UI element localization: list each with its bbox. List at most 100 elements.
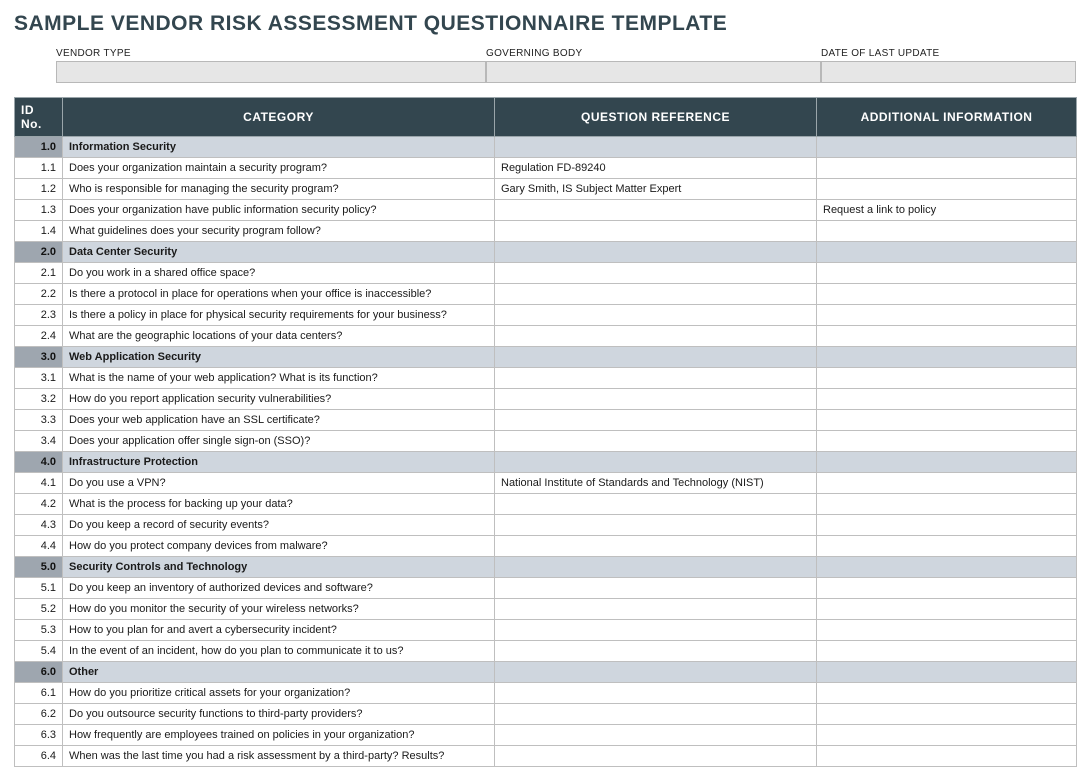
table-row: 1.4What guidelines does your security pr… — [15, 221, 1077, 242]
cell-reference — [495, 263, 817, 284]
table-row: 1.3Does your organization have public in… — [15, 200, 1077, 221]
cell-info — [817, 347, 1077, 368]
cell-reference — [495, 452, 817, 473]
cell-info: Request a link to policy — [817, 200, 1077, 221]
cell-info — [817, 452, 1077, 473]
table-row: 6.4When was the last time you had a risk… — [15, 746, 1077, 767]
cell-id: 2.4 — [15, 326, 63, 347]
col-header-id: ID No. — [15, 98, 63, 137]
cell-info — [817, 137, 1077, 158]
cell-category: Other — [63, 662, 495, 683]
page-title: SAMPLE VENDOR RISK ASSESSMENT QUESTIONNA… — [14, 12, 1077, 36]
cell-category: Infrastructure Protection — [63, 452, 495, 473]
cell-id: 5.2 — [15, 599, 63, 620]
table-row: 4.1Do you use a VPN?National Institute o… — [15, 473, 1077, 494]
vendor-type-input[interactable] — [56, 61, 486, 83]
cell-reference — [495, 431, 817, 452]
table-row: 3.1What is the name of your web applicat… — [15, 368, 1077, 389]
governing-body-input[interactable] — [486, 61, 821, 83]
cell-info — [817, 179, 1077, 200]
cell-reference — [495, 641, 817, 662]
cell-reference — [495, 536, 817, 557]
section-row: 4.0Infrastructure Protection — [15, 452, 1077, 473]
cell-info — [817, 725, 1077, 746]
cell-id: 5.1 — [15, 578, 63, 599]
cell-reference — [495, 284, 817, 305]
cell-category: Data Center Security — [63, 242, 495, 263]
cell-category: How do you protect company devices from … — [63, 536, 495, 557]
table-row: 5.3How to you plan for and avert a cyber… — [15, 620, 1077, 641]
cell-id: 4.2 — [15, 494, 63, 515]
table-row: 3.4Does your application offer single si… — [15, 431, 1077, 452]
cell-reference — [495, 305, 817, 326]
section-row: 5.0Security Controls and Technology — [15, 557, 1077, 578]
cell-info — [817, 662, 1077, 683]
table-row: 4.2What is the process for backing up yo… — [15, 494, 1077, 515]
vendor-type-label: VENDOR TYPE — [56, 48, 486, 59]
cell-id: 3.4 — [15, 431, 63, 452]
table-row: 2.1Do you work in a shared office space? — [15, 263, 1077, 284]
cell-reference — [495, 200, 817, 221]
table-row: 1.1Does your organization maintain a sec… — [15, 158, 1077, 179]
cell-category: What is the name of your web application… — [63, 368, 495, 389]
cell-category: Do you outsource security functions to t… — [63, 704, 495, 725]
cell-info — [817, 431, 1077, 452]
cell-info — [817, 494, 1077, 515]
cell-info — [817, 263, 1077, 284]
cell-category: How do you report application security v… — [63, 389, 495, 410]
cell-id: 3.2 — [15, 389, 63, 410]
cell-id: 2.1 — [15, 263, 63, 284]
cell-category: Do you use a VPN? — [63, 473, 495, 494]
cell-info — [817, 578, 1077, 599]
cell-category: Is there a policy in place for physical … — [63, 305, 495, 326]
table-row: 6.2Do you outsource security functions t… — [15, 704, 1077, 725]
meta-fields: VENDOR TYPE GOVERNING BODY DATE OF LAST … — [56, 48, 1077, 83]
cell-category: Does your application offer single sign-… — [63, 431, 495, 452]
governing-body-field: GOVERNING BODY — [486, 48, 821, 83]
table-header-row: ID No. CATEGORY QUESTION REFERENCE ADDIT… — [15, 98, 1077, 137]
cell-reference — [495, 746, 817, 767]
date-last-update-input[interactable] — [821, 61, 1076, 83]
cell-id: 2.2 — [15, 284, 63, 305]
cell-reference — [495, 557, 817, 578]
cell-info — [817, 158, 1077, 179]
cell-info — [817, 389, 1077, 410]
cell-info — [817, 704, 1077, 725]
cell-info — [817, 305, 1077, 326]
cell-category: What is the process for backing up your … — [63, 494, 495, 515]
cell-id: 6.0 — [15, 662, 63, 683]
table-row: 6.1How do you prioritize critical assets… — [15, 683, 1077, 704]
questionnaire-table: ID No. CATEGORY QUESTION REFERENCE ADDIT… — [14, 97, 1077, 767]
cell-category: In the event of an incident, how do you … — [63, 641, 495, 662]
table-row: 4.3Do you keep a record of security even… — [15, 515, 1077, 536]
section-row: 6.0Other — [15, 662, 1077, 683]
cell-info — [817, 599, 1077, 620]
table-row: 3.3Does your web application have an SSL… — [15, 410, 1077, 431]
table-row: 6.3How frequently are employees trained … — [15, 725, 1077, 746]
cell-category: Does your organization maintain a securi… — [63, 158, 495, 179]
cell-category: How do you prioritize critical assets fo… — [63, 683, 495, 704]
cell-reference — [495, 347, 817, 368]
table-row: 1.2Who is responsible for managing the s… — [15, 179, 1077, 200]
table-row: 4.4How do you protect company devices fr… — [15, 536, 1077, 557]
cell-reference — [495, 137, 817, 158]
cell-category: Do you keep an inventory of authorized d… — [63, 578, 495, 599]
cell-info — [817, 557, 1077, 578]
cell-id: 4.3 — [15, 515, 63, 536]
table-row: 2.2Is there a protocol in place for oper… — [15, 284, 1077, 305]
cell-category: How frequently are employees trained on … — [63, 725, 495, 746]
table-row: 5.4In the event of an incident, how do y… — [15, 641, 1077, 662]
col-header-info: ADDITIONAL INFORMATION — [817, 98, 1077, 137]
cell-reference: National Institute of Standards and Tech… — [495, 473, 817, 494]
cell-category: Web Application Security — [63, 347, 495, 368]
cell-id: 4.1 — [15, 473, 63, 494]
cell-info — [817, 641, 1077, 662]
cell-reference — [495, 725, 817, 746]
cell-category: Security Controls and Technology — [63, 557, 495, 578]
cell-info — [817, 242, 1077, 263]
cell-category: Does your web application have an SSL ce… — [63, 410, 495, 431]
cell-reference — [495, 683, 817, 704]
cell-reference — [495, 221, 817, 242]
cell-info — [817, 746, 1077, 767]
section-row: 3.0Web Application Security — [15, 347, 1077, 368]
